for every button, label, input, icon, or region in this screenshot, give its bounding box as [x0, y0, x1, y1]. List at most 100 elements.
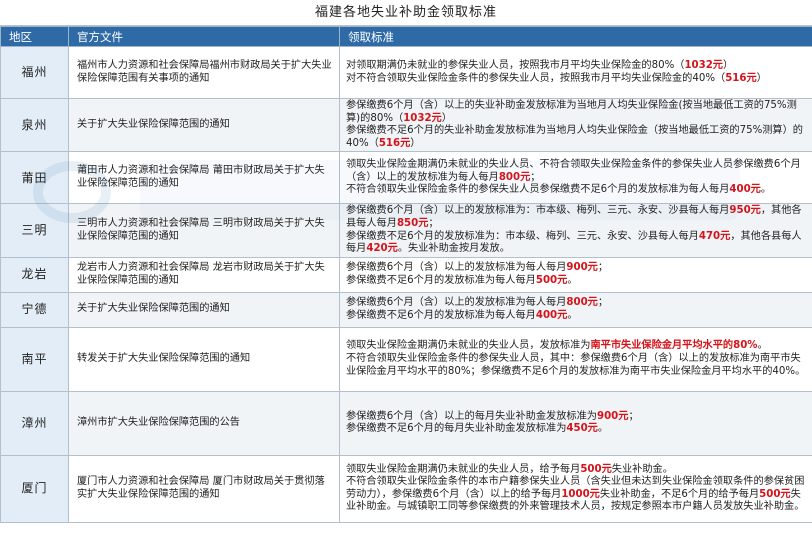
- cell-official-document: 关于扩大失业保险保障范围的通知: [68, 97, 340, 153]
- standard-text: ；: [597, 262, 609, 274]
- cell-standard: 参保缴费6个月（含）以上的失业补助金发放标准为当地月人均失业保险金(按当地最低工…: [339, 97, 812, 153]
- standard-line: 参保缴费6个月（含）以上的失业补助金发放标准为当地月人均失业保险金(按当地最低工…: [346, 100, 808, 125]
- standard-text: 。: [567, 309, 578, 321]
- amount-highlight: 南平市失业保险金月平均水平的80%: [590, 340, 758, 352]
- amount-highlight: 500元: [580, 463, 612, 475]
- standard-line: 参保缴费6个月（含）以上的发放标准为：市本级、梅列、三元、永安、沙县每人每月95…: [346, 205, 808, 230]
- standard-text: 失业补助金，不足6个月的给予每月: [599, 488, 760, 500]
- cell-region: 厦门: [0, 454, 69, 523]
- table-row: 漳州 漳州市扩大失业保险保障范围的公告 参保缴费6个月（含）以上的每月失业补助金发放…: [0, 390, 812, 456]
- standard-text: 领取失业保险金期满仍未就业的失业人员，发放标准为: [346, 340, 591, 352]
- amount-highlight: 470元: [698, 230, 731, 242]
- standard-text: 。失业补助金按月发放。: [397, 243, 510, 255]
- standard-line: 领取失业保险金期满仍未就业的失业人员，给予每月500元失业补助金。: [346, 464, 808, 477]
- standard-text: 。: [567, 274, 578, 286]
- cell-region: 三明: [0, 203, 69, 258]
- amount-highlight: 1032元: [684, 59, 723, 71]
- standard-text: 参保缴费不足6个月的发放标准为每人每月: [346, 309, 536, 321]
- standard-line: 不符合领取失业保险金条件的参保失业人员参保缴费不足6个月的发放标准为每人每月40…: [346, 184, 808, 197]
- table-row: 厦门 厦门市人力资源和社会保障局 厦门市财政局关于贯彻落实扩大失业保险保障范围的通…: [0, 454, 812, 523]
- cell-standard: 领取失业保险金期满仍未就业的失业人员，发放标准为南平市失业保险金月平均水平的80…: [339, 326, 812, 392]
- standard-text: ；: [530, 171, 541, 183]
- cell-region: 泉州: [0, 97, 69, 153]
- standard-text: 。: [597, 423, 609, 435]
- standard-text: ；: [428, 217, 439, 229]
- standard-text: ）: [723, 59, 734, 71]
- table-body: 福州 福州市人力资源和社会保障局福州市财政局关于扩大失业保险保障范围有关事项的通知…: [0, 46, 812, 523]
- standard-text: ）: [441, 112, 452, 124]
- amount-highlight: 400元: [535, 309, 568, 321]
- standard-text: 参保缴费不足6个月的发放标准为：市本级、梅列、三元、永安、沙县每人每月: [346, 230, 699, 242]
- cell-official-document: 厦门市人力资源和社会保障局 厦门市财政局关于贯彻落实扩大失业保险保障范围的通知: [68, 454, 340, 523]
- cell-standard: 参保缴费6个月（含）以上的发放标准为：市本级、梅列、三元、永安、沙县每人每月95…: [339, 203, 812, 258]
- amount-highlight: 420元: [366, 243, 398, 255]
- standard-text: 。: [757, 340, 768, 352]
- cell-region: 莆田: [0, 151, 69, 205]
- standard-line: 参保缴费不足6个月的发放标准为每人每月500元。: [346, 275, 808, 288]
- standard-line: 对不符合领取失业保险金条件的参保失业人员，按照我市月平均失业保险金的40%（51…: [346, 73, 808, 86]
- amount-highlight: 400元: [729, 184, 761, 196]
- standard-line: 参保缴费6个月（含）以上的发放标准为每人每月900元；: [346, 262, 808, 275]
- amount-highlight: 950元: [729, 205, 761, 217]
- cell-standard: 对领取期满仍未就业的参保失业人员，按照我市月平均失业保险金的80%（1032元）…: [339, 46, 812, 99]
- cell-standard: 参保缴费6个月（含）以上的发放标准为每人每月800元； 参保缴费不足6个月的发放标…: [339, 291, 812, 328]
- cell-official-document: 福州市人力资源和社会保障局福州市财政局关于扩大失业保险保障范围有关事项的通知: [68, 46, 340, 99]
- standard-text: 参保缴费不足6个月的每月失业补助金发放标准为: [346, 423, 567, 435]
- table-header-row: 地区 官方文件 领取标准: [0, 26, 812, 47]
- standard-line: 领取失业保险金期满仍未就业的失业人员，发放标准为南平市失业保险金月平均水平的80…: [346, 340, 808, 353]
- cell-region: 漳州: [0, 390, 69, 456]
- table-row: 龙岩 龙岩市人力资源和社会保障局 龙岩市财政局关于扩大失业保险保障范围的通知 参保缴…: [0, 256, 812, 293]
- cell-standard: 参保缴费6个月（含）以上的每月失业补助金发放标准为900元； 参保缴费不足6个月的…: [339, 390, 812, 456]
- cell-standard: 领取失业保险金期满仍未就业的失业人员、不符合领取失业保险金条件的参保失业人员参保…: [339, 151, 812, 205]
- header-standard: 领取标准: [339, 26, 812, 47]
- page: 福建各地失业补助金领取标准 地区 官方文件 领取标准 福州 福州市人力资源和社会保…: [0, 0, 812, 545]
- standard-text: 参保缴费不足6个月的发放标准为每人每月: [346, 274, 536, 286]
- amount-highlight: 850元: [396, 217, 429, 229]
- amount-highlight: 500元: [759, 488, 791, 500]
- table-row: 泉州 关于扩大失业保险保障范围的通知 参保缴费6个月（含）以上的失业补助金发放标准为…: [0, 97, 812, 153]
- amount-highlight: 900元: [566, 262, 598, 274]
- cell-official-document: 龙岩市人力资源和社会保障局 龙岩市财政局关于扩大失业保险保障范围的通知: [68, 256, 340, 293]
- standard-line: 参保缴费6个月（含）以上的每月失业补助金发放标准为900元；: [346, 411, 808, 424]
- cell-official-document: 转发关于扩大失业保险保障范围的通知: [68, 326, 340, 392]
- standard-text: 对领取期满仍未就业的参保失业人员，按照我市月平均失业保险金的80%（: [346, 59, 685, 71]
- cell-standard: 参保缴费6个月（含）以上的发放标准为每人每月900元； 参保缴费不足6个月的发放标…: [339, 256, 812, 293]
- standard-text: ；: [628, 410, 639, 422]
- cell-region: 南平: [0, 326, 69, 392]
- standard-line: 参保缴费不足6个月的失业补助金发放标准为当地月人均失业保险金（按当地最低工资的7…: [346, 125, 808, 150]
- cell-region: 宁德: [0, 291, 69, 328]
- standard-text: 参保缴费6个月（含）以上的发放标准为每人每月: [346, 297, 567, 309]
- standard-line: 领取失业保险金期满仍未就业的失业人员、不符合领取失业保险金条件的参保失业人员参保…: [346, 159, 808, 184]
- standard-text: ）: [410, 137, 421, 149]
- table-row: 宁德 关于扩大失业保险保障范围的通知 参保缴费6个月（含）以上的发放标准为每人每月8…: [0, 291, 812, 328]
- standard-text: 失业补助金。: [611, 463, 673, 475]
- amount-highlight: 500元: [535, 274, 568, 286]
- amount-highlight: 800元: [498, 171, 531, 183]
- standard-text: 不符合领取失业保险金条件的参保失业人员参保缴费不足6个月的发放标准为每人每月: [346, 184, 730, 196]
- standard-text: ）: [756, 72, 767, 84]
- cell-standard: 领取失业保险金期满仍未就业的失业人员，给予每月500元失业补助金。 不符合领取失业…: [339, 454, 812, 523]
- page-title: 福建各地失业补助金领取标准: [0, 0, 812, 26]
- table-row: 福州 福州市人力资源和社会保障局福州市财政局关于扩大失业保险保障范围有关事项的通知…: [0, 46, 812, 99]
- standard-text: 。: [760, 184, 772, 196]
- amount-highlight: 516元: [725, 72, 757, 84]
- standard-text: 领取失业保险金期满仍未就业的失业人员、不符合领取失业保险金条件的参保失业人员参保…: [346, 158, 801, 183]
- standard-text: 领取失业保险金期满仍未就业的失业人员，给予每月: [346, 463, 581, 475]
- standard-text: 对不符合领取失业保险金条件的参保失业人员，按照我市月平均失业保险金的40%（: [346, 72, 726, 84]
- amount-highlight: 900元: [596, 410, 629, 422]
- amount-highlight: 1000元: [561, 488, 600, 500]
- cell-official-document: 莆田市人力资源和社会保障局 莆田市财政局关于扩大失业保险保障范围的通知: [68, 151, 340, 205]
- standard-line: 参保缴费6个月（含）以上的发放标准为每人每月800元；: [346, 297, 808, 310]
- amount-highlight: 516元: [378, 137, 411, 149]
- cell-official-document: 漳州市扩大失业保险保障范围的公告: [68, 390, 340, 456]
- header-official-document: 官方文件: [68, 26, 340, 47]
- standard-line: 参保缴费不足6个月的每月失业补助金发放标准为450元。: [346, 423, 808, 436]
- cell-official-document: 三明市人力资源和社会保障局 三明市财政局关于扩大失业保险保障范围的通知: [68, 203, 340, 258]
- standard-text: 参保缴费6个月（含）以上的每月失业补助金发放标准为: [346, 410, 597, 422]
- standard-line: 不符合领取失业保险金条件的本市户籍参保失业人员（含失业但未达到失业保险金领取条件…: [346, 476, 808, 514]
- standard-text: 参保缴费6个月（含）以上的发放标准为每人每月: [346, 262, 567, 274]
- header-region: 地区: [0, 26, 69, 47]
- standard-text: ；: [597, 297, 609, 309]
- amount-highlight: 1032元: [403, 112, 442, 124]
- standard-text: 参保缴费6个月（含）以上的发放标准为：市本级、梅列、三元、永安、沙县每人每月: [346, 205, 730, 217]
